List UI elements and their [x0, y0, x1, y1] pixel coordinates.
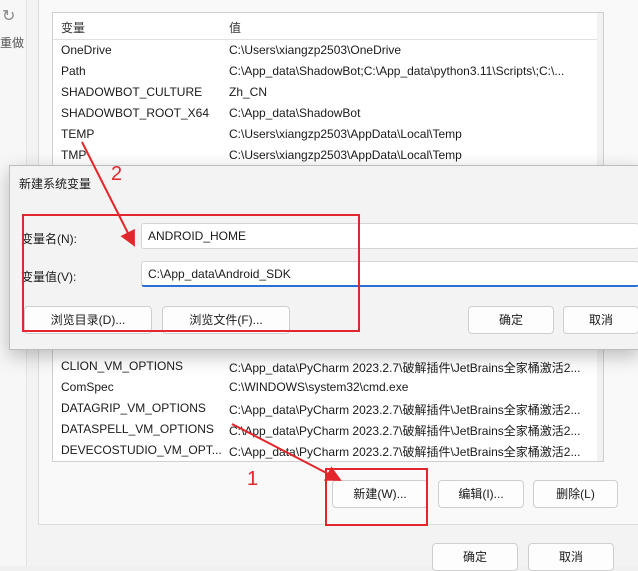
- var-value: C:\Users\xiangzp2503\AppData\Local\Temp: [229, 127, 462, 141]
- var-value: C:\App_data\ShadowBot: [229, 106, 361, 120]
- ok-button[interactable]: 确定: [432, 543, 518, 571]
- table-row[interactable]: OneDrive C:\Users\xiangzp2503\OneDrive: [53, 40, 603, 61]
- var-value: C:\Users\xiangzp2503\AppData\Local\Temp: [229, 148, 462, 162]
- header-value[interactable]: 值: [229, 19, 241, 36]
- redo-icon[interactable]: ↻: [2, 6, 20, 25]
- var-value: C:\App_data\PyCharm 2023.2.7\破解插件\JetBra…: [229, 361, 581, 375]
- table-row[interactable]: TMP C:\Users\xiangzp2503\AppData\Local\Te…: [53, 145, 603, 166]
- table-row[interactable]: Path C:\App_data\ShadowBot;C:\App_data\py…: [53, 61, 603, 82]
- table-row[interactable]: TEMP C:\Users\xiangzp2503\AppData\Local\T…: [53, 124, 603, 145]
- redo-label: 重做: [0, 36, 25, 50]
- table-row[interactable]: SHADOWBOT_ROOT_X64 C:\App_data\ShadowBot: [53, 103, 603, 124]
- var-value: Zh_CN: [229, 85, 268, 99]
- var-name: CLION_VM_OPTIONS: [61, 359, 184, 373]
- var-name: DATASPELL_VM_OPTIONS: [61, 422, 214, 436]
- header-variable[interactable]: 变量: [61, 19, 85, 36]
- dialog-cancel-button[interactable]: 取消: [563, 306, 638, 334]
- table-row[interactable]: ComSpec C:\WINDOWS\system32\cmd.exe: [53, 377, 603, 398]
- var-name: OneDrive: [61, 43, 112, 57]
- table-row[interactable]: CLION_VM_OPTIONS C:\App_data\PyCharm 2023…: [53, 356, 603, 377]
- delete-variable-button[interactable]: 删除(L): [533, 480, 618, 508]
- table-row[interactable]: DATASPELL_VM_OPTIONS C:\App_data\PyCharm …: [53, 419, 603, 440]
- var-name: SHADOWBOT_CULTURE: [61, 85, 203, 99]
- cancel-button[interactable]: 取消: [528, 543, 614, 571]
- var-name: SHADOWBOT_ROOT_X64: [61, 106, 210, 120]
- table-row[interactable]: DATAGRIP_VM_OPTIONS C:\App_data\PyCharm 2…: [53, 398, 603, 419]
- var-name: TEMP: [61, 127, 95, 141]
- dialog-ok-button[interactable]: 确定: [468, 306, 554, 334]
- var-value: C:\WINDOWS\system32\cmd.exe: [229, 380, 409, 394]
- var-value: C:\App_data\ShadowBot;C:\App_data\python…: [229, 64, 565, 78]
- dialog-title: 新建系统变量: [19, 177, 92, 191]
- table-row[interactable]: DEVECOSTUDIO_VM_OPT... C:\App_data\PyChar…: [53, 440, 603, 461]
- var-name: ComSpec: [61, 380, 114, 394]
- annotation-box-new-button: [325, 468, 428, 526]
- var-value: C:\App_data\PyCharm 2023.2.7\破解插件\JetBra…: [229, 445, 581, 459]
- var-value: C:\Users\xiangzp2503\OneDrive: [229, 43, 402, 57]
- list-header: 变量 值: [53, 13, 603, 40]
- annotation-step-1: 1: [247, 468, 259, 490]
- var-name: DATAGRIP_VM_OPTIONS: [61, 401, 206, 415]
- annotation-box-dialog-fields: [22, 214, 360, 332]
- annotation-step-2: 2: [111, 163, 123, 185]
- var-name: Path: [61, 64, 86, 78]
- var-value: C:\App_data\PyCharm 2023.2.7\破解插件\JetBra…: [229, 403, 581, 417]
- edit-variable-button[interactable]: 编辑(I)...: [438, 480, 524, 508]
- var-name: TMP: [61, 148, 87, 162]
- var-value: C:\App_data\PyCharm 2023.2.7\破解插件\JetBra…: [229, 424, 581, 438]
- table-row[interactable]: SHADOWBOT_CULTURE Zh_CN: [53, 82, 603, 103]
- var-name: DEVECOSTUDIO_VM_OPT...: [61, 443, 222, 457]
